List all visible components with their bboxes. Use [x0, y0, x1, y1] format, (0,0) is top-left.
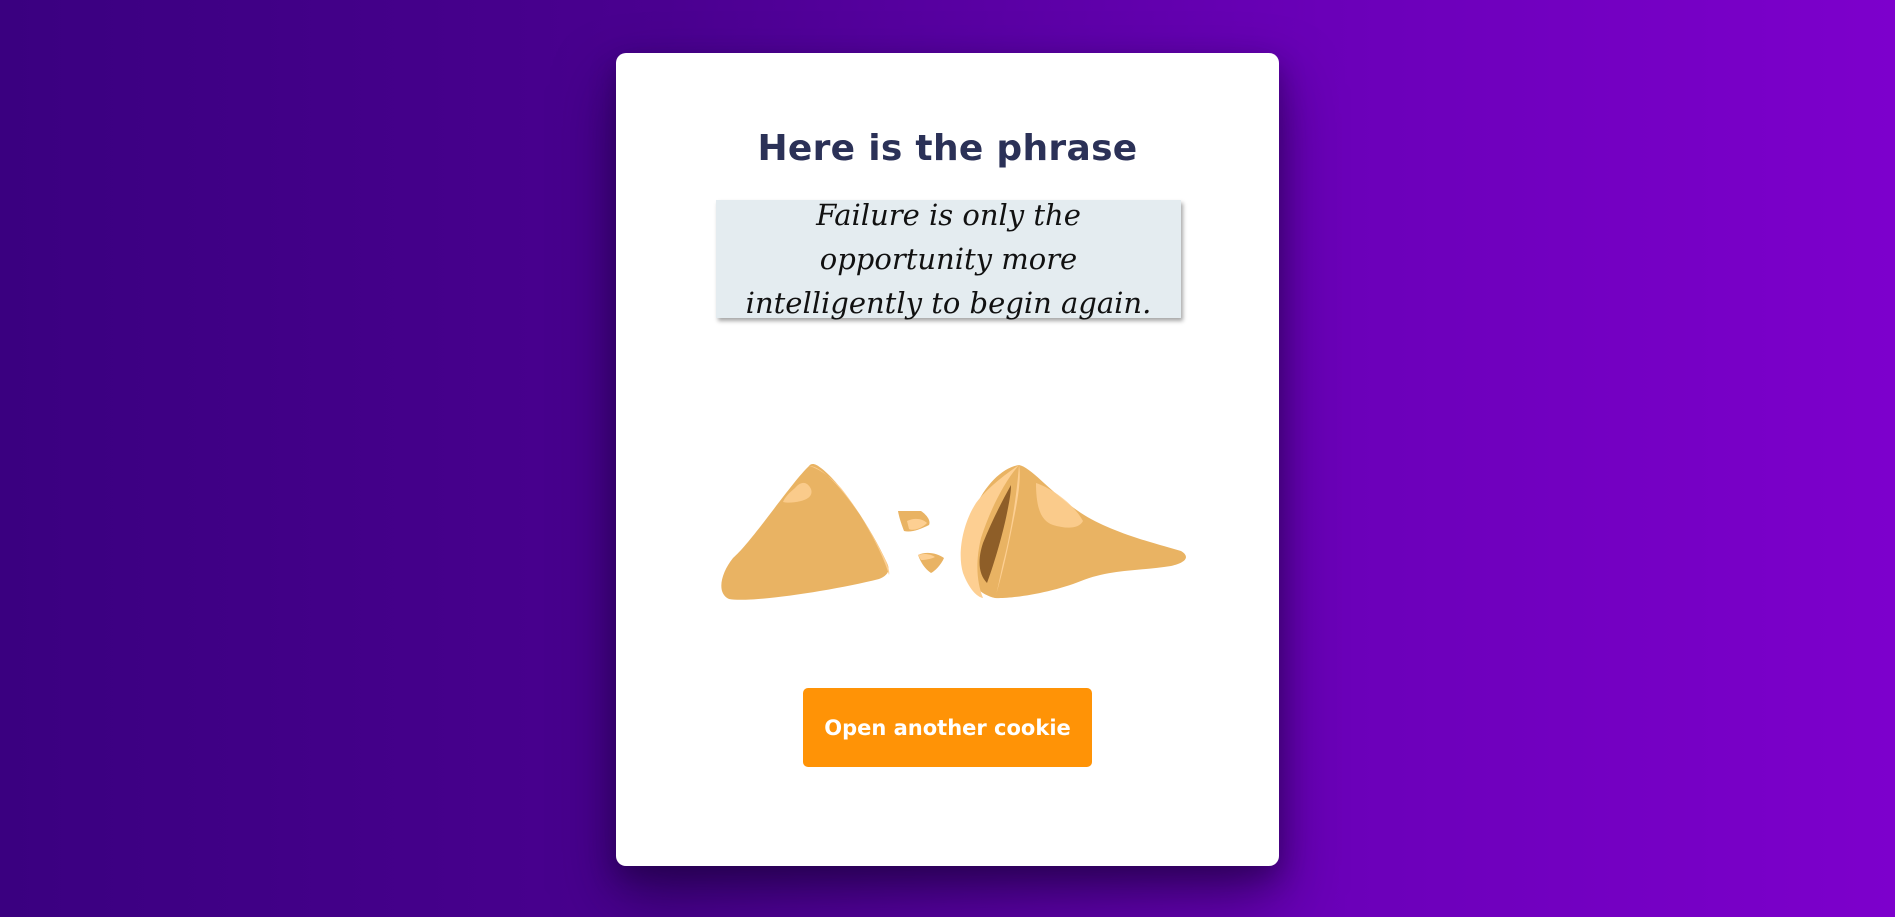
phrase-text: Failure is only the opportunity more int… — [745, 198, 1152, 320]
fortune-cookie-broken-icon — [721, 463, 1186, 600]
phrase-box: Failure is only the opportunity more int… — [716, 198, 1181, 320]
cookie-left-half — [721, 463, 890, 600]
cookie-right-half — [960, 465, 1186, 599]
cookie-crumbs — [898, 511, 944, 573]
page-title: Here is the phrase — [757, 128, 1138, 169]
fortune-card: Here is the phrase Failure is only the o… — [616, 53, 1279, 866]
open-another-cookie-button[interactable]: Open another cookie — [803, 688, 1092, 767]
